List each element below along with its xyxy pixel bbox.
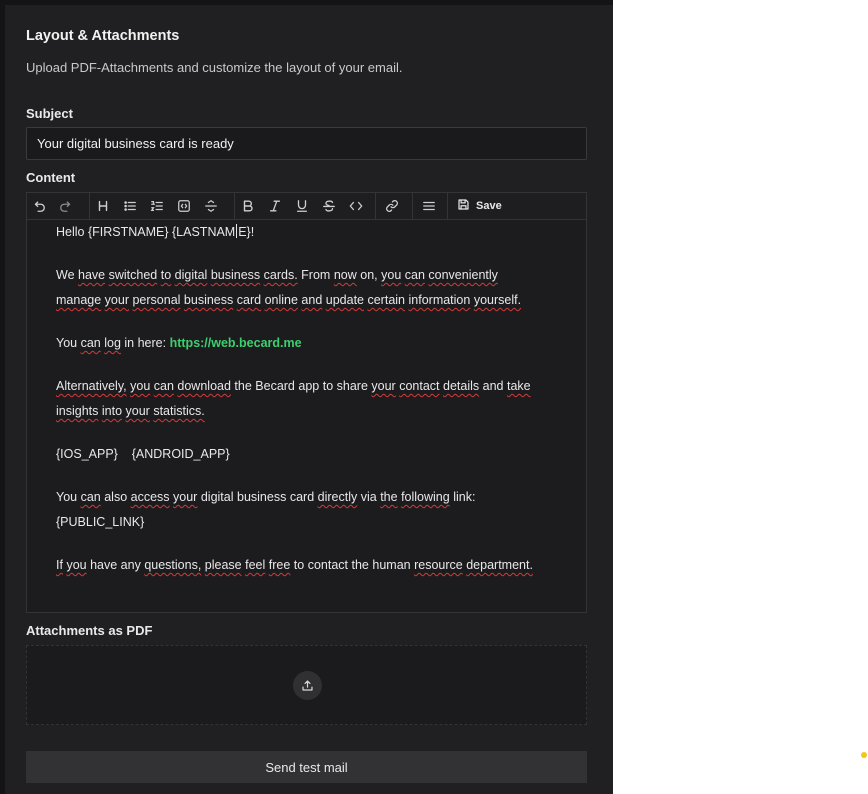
inline-code-icon[interactable] <box>344 193 368 219</box>
horizontal-rule-icon[interactable] <box>199 193 223 219</box>
align-icon[interactable] <box>417 193 441 219</box>
rich-text-editor[interactable]: Save Hello {FIRSTNAME} {LASTNAM E}! We ha… <box>26 192 587 613</box>
italic-icon[interactable] <box>263 193 287 219</box>
section-subtitle: Upload PDF-Attachments and customize the… <box>26 60 403 75</box>
paragraph-login: You can log in here: https://web.becard.… <box>56 336 302 350</box>
code-block-icon[interactable] <box>172 193 196 219</box>
ordered-list-icon[interactable] <box>145 193 169 219</box>
underline-icon[interactable] <box>290 193 314 219</box>
undo-icon[interactable] <box>27 193 51 219</box>
attachments-label: Attachments as PDF <box>26 623 153 638</box>
save-icon <box>457 198 470 214</box>
paragraph-public-link: You can also access your digital busines… <box>56 490 476 529</box>
redo-icon[interactable] <box>54 193 78 219</box>
bullet-list-icon[interactable] <box>118 193 142 219</box>
toolbar-divider <box>447 193 448 219</box>
app-placeholders: {IOS_APP} {ANDROID_APP} <box>56 447 230 461</box>
editor-content[interactable]: Hello {FIRSTNAME} {LASTNAM E}! We have sw… <box>56 220 566 578</box>
pdf-dropzone[interactable] <box>26 645 587 725</box>
status-dot <box>861 752 867 758</box>
save-label: Save <box>476 200 502 212</box>
upload-icon[interactable] <box>293 671 322 700</box>
send-test-mail-button[interactable]: Send test mail <box>26 751 587 783</box>
toolbar-divider <box>375 193 376 219</box>
link-icon[interactable] <box>380 193 404 219</box>
subject-input[interactable] <box>26 127 587 160</box>
public-link-placeholder: {PUBLIC_LINK} <box>56 515 145 529</box>
toolbar-divider <box>412 193 413 219</box>
bold-icon[interactable] <box>236 193 260 219</box>
web-app-link[interactable]: https://web.becard.me <box>170 336 302 350</box>
settings-panel: Layout & Attachments Upload PDF-Attachme… <box>0 0 613 794</box>
paragraph-app: Alternatively, you can download the Beca… <box>56 379 531 418</box>
greeting-line: Hello {FIRSTNAME} {LASTNAM E}! <box>56 224 255 239</box>
editor-toolbar: Save <box>27 193 586 220</box>
heading-icon[interactable] <box>91 193 115 219</box>
toolbar-divider <box>89 193 90 219</box>
save-button[interactable]: Save <box>457 193 502 219</box>
content-label: Content <box>26 170 76 185</box>
paragraph-questions: If you have any questions, please feel f… <box>56 558 533 572</box>
toolbar-divider <box>234 193 235 219</box>
section-title: Layout & Attachments <box>26 28 180 44</box>
subject-label: Subject <box>26 106 73 121</box>
strikethrough-icon[interactable] <box>317 193 341 219</box>
paragraph-intro: We have switched to digital business car… <box>56 268 522 307</box>
